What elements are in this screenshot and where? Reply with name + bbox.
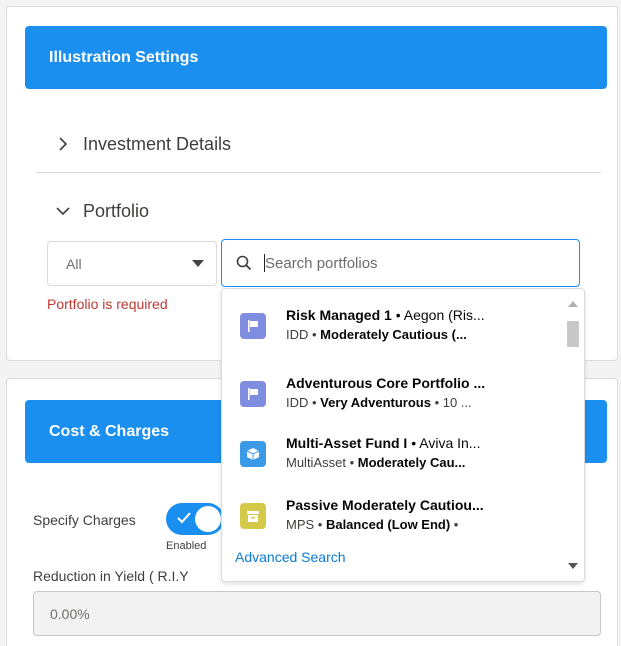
toggle-state-label: Enabled bbox=[166, 540, 207, 552]
flag-icon bbox=[240, 313, 266, 339]
chevron-right-icon bbox=[53, 134, 73, 154]
scroll-down-arrow-icon[interactable] bbox=[568, 563, 578, 569]
search-icon bbox=[236, 255, 252, 271]
riy-input: 0.00% bbox=[33, 591, 601, 636]
result-risk: Moderately Cau... bbox=[357, 455, 466, 470]
result-risk: Moderately Cautious (... bbox=[320, 327, 467, 342]
result-name: Multi-Asset Fund I bbox=[286, 435, 408, 451]
result-item[interactable]: Adventurous Core Portfolio ... IDD • Ver… bbox=[240, 373, 550, 413]
result-name: Passive Moderately Cautiou... bbox=[286, 497, 484, 513]
result-type: MultiAsset bbox=[286, 455, 346, 470]
result-extra: 10 ... bbox=[442, 395, 472, 410]
cost-charges-title: Cost & Charges bbox=[49, 422, 170, 440]
riy-value: 0.00% bbox=[50, 605, 90, 622]
result-item[interactable]: Multi-Asset Fund I • Aviva In... MultiAs… bbox=[240, 433, 550, 473]
portfolio-search-input[interactable]: Search portfolios bbox=[221, 239, 580, 287]
section-portfolio[interactable]: Portfolio bbox=[53, 198, 149, 224]
archive-icon bbox=[240, 503, 266, 529]
section-investment-details-label: Investment Details bbox=[83, 133, 232, 154]
scroll-up-arrow-icon[interactable] bbox=[568, 301, 578, 307]
portfolio-filter-select[interactable]: All bbox=[47, 241, 217, 286]
result-name: Adventurous Core Portfolio ... bbox=[286, 375, 486, 391]
portfolio-filter-value: All bbox=[66, 255, 82, 272]
chevron-down-icon bbox=[53, 201, 73, 221]
result-provider: Aviva In... bbox=[419, 435, 481, 451]
result-type: IDD bbox=[286, 395, 309, 410]
advanced-search-link[interactable]: Advanced Search bbox=[235, 549, 346, 565]
portfolio-error-message: Portfolio is required bbox=[47, 296, 168, 312]
result-type: IDD bbox=[286, 327, 309, 342]
dropdown-scrollbar[interactable] bbox=[562, 289, 584, 581]
cube-icon bbox=[240, 441, 266, 467]
scrollbar-thumb[interactable] bbox=[567, 321, 579, 347]
result-item[interactable]: Passive Moderately Cautiou... MPS • Bala… bbox=[240, 495, 550, 539]
toggle-knob bbox=[195, 506, 221, 532]
riy-label: Reduction in Yield ( R.I.Y bbox=[33, 568, 189, 584]
search-placeholder: Search portfolios bbox=[265, 254, 378, 272]
illustration-settings-header: Illustration Settings bbox=[25, 26, 607, 89]
dropdown-caret-icon bbox=[192, 260, 204, 267]
specify-charges-toggle[interactable] bbox=[166, 503, 224, 535]
illustration-settings-title: Illustration Settings bbox=[49, 48, 199, 66]
section-portfolio-label: Portfolio bbox=[83, 200, 150, 221]
result-risk: Very Adventurous bbox=[320, 395, 431, 410]
result-risk: Balanced (Low End) bbox=[325, 517, 451, 532]
result-name: Risk Managed 1 bbox=[286, 307, 392, 323]
portfolio-search-dropdown: Risk Managed 1 • Aegon (Ris... IDD • Mod… bbox=[221, 288, 585, 582]
section-divider bbox=[36, 172, 601, 173]
result-provider: Aegon (Ris... bbox=[403, 307, 485, 323]
result-item[interactable]: Risk Managed 1 • Aegon (Ris... IDD • Mod… bbox=[240, 305, 550, 345]
result-type: MPS bbox=[286, 517, 315, 532]
section-investment-details[interactable]: Investment Details bbox=[53, 131, 231, 157]
specify-charges-label: Specify Charges bbox=[33, 512, 136, 528]
flag-icon bbox=[240, 381, 266, 407]
check-icon bbox=[177, 512, 191, 524]
